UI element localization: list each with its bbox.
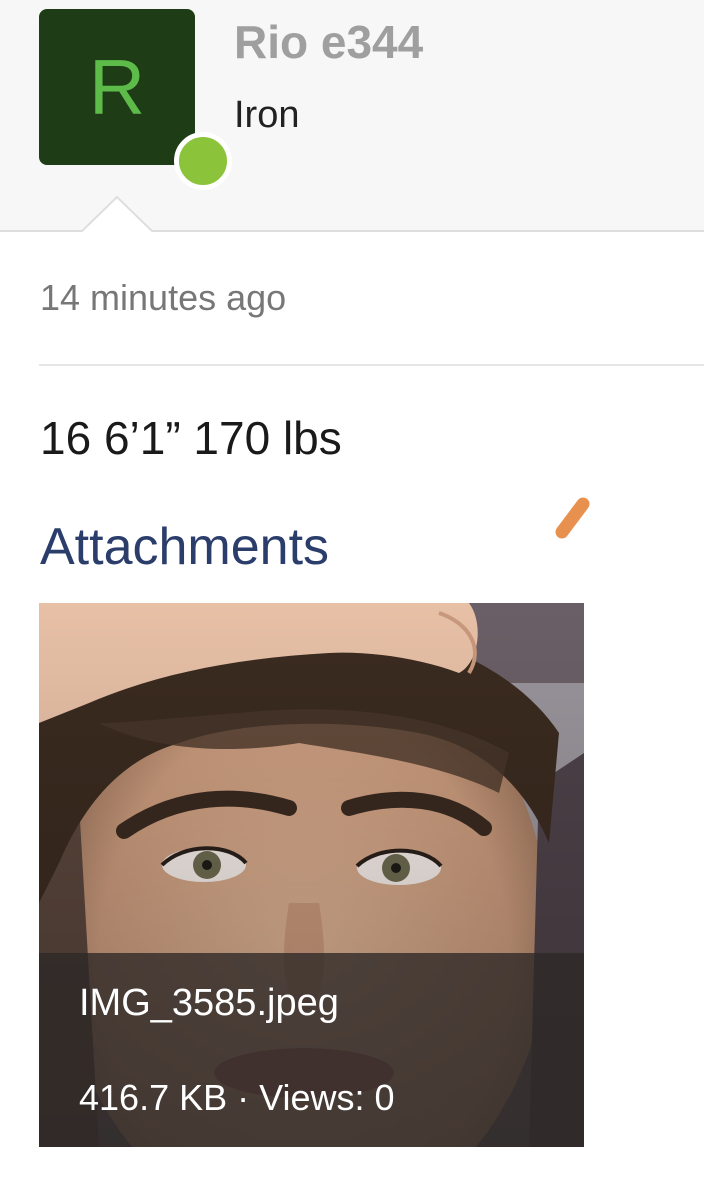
post-page: R Rio e344 Iron 14 minutes ago 16 6’1” 1… — [0, 0, 704, 1188]
meta-separator: · — [227, 1077, 260, 1118]
user-rank: Iron — [234, 94, 300, 136]
online-status-dot — [174, 132, 232, 190]
attachment-views: Views: 0 — [259, 1077, 395, 1118]
attachments-heading: Attachments — [40, 518, 330, 576]
attachment-meta: 416.7 KB · Views: 0 — [79, 1077, 395, 1119]
attachment-size: 416.7 KB — [79, 1077, 228, 1118]
avatar[interactable]: R — [39, 9, 232, 190]
attachment-tile[interactable]: IMG_3585.jpeg 416.7 KB · Views: 0 — [39, 603, 584, 1147]
caret-pointer — [82, 195, 152, 232]
post-body: 16 6’1” 170 lbs — [40, 412, 342, 464]
attachment-caption: IMG_3585.jpeg 416.7 KB · Views: 0 — [39, 953, 584, 1147]
attachment-file-name: IMG_3585.jpeg — [79, 982, 339, 1024]
username[interactable]: Rio e344 — [234, 15, 423, 69]
post-header: R Rio e344 Iron — [0, 0, 704, 232]
post-timestamp[interactable]: 14 minutes ago — [40, 276, 286, 320]
avatar-initial: R — [88, 43, 146, 131]
divider — [39, 364, 704, 366]
pencil-icon[interactable] — [550, 492, 594, 544]
